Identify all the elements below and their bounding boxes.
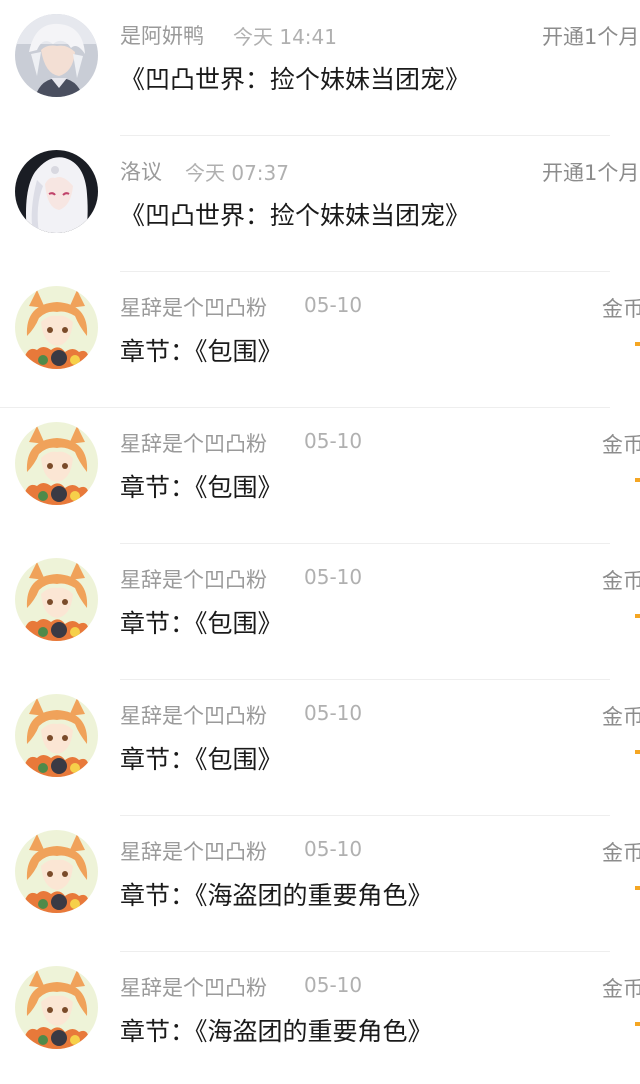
username[interactable]: 是阿妍鸭 xyxy=(120,20,204,50)
message-content[interactable]: 章节：《包围》 xyxy=(120,604,283,640)
orange-fox-girl-avatar[interactable] xyxy=(15,286,98,369)
orange-fox-girl-avatar[interactable] xyxy=(15,422,98,505)
reward-indicator xyxy=(635,342,640,346)
list-item[interactable]: 星辞是个凹凸粉 05-10 金币 章节：《海盗团的重要角色》 xyxy=(0,952,640,1084)
list-item[interactable]: 星辞是个凹凸粉 05-10 金币 章节：《包围》 xyxy=(0,544,640,680)
coin-label: 金币 xyxy=(602,297,640,321)
list-item[interactable]: 星辞是个凹凸粉 05-10 金币 章节：《海盗团的重要角色》 xyxy=(0,816,640,952)
username[interactable]: 星辞是个凹凸粉 xyxy=(120,836,267,866)
list-item[interactable]: 洛议 今天 07:37 开通1个月 《凹凸世界：捡个妹妹当团宠》 xyxy=(0,136,640,272)
timestamp: 05-10 xyxy=(304,701,363,725)
coin-label: 金币 xyxy=(602,433,640,457)
orange-fox-girl-avatar[interactable] xyxy=(15,966,98,1049)
timestamp: 今天 07:37 xyxy=(185,161,289,185)
username[interactable]: 星辞是个凹凸粉 xyxy=(120,292,267,322)
username[interactable]: 星辞是个凹凸粉 xyxy=(120,700,267,730)
list-item[interactable]: 星辞是个凹凸粉 05-10 金币 章节：《包围》 xyxy=(0,272,640,408)
coin-label: 金币 xyxy=(602,977,640,1001)
message-content[interactable]: 章节：《包围》 xyxy=(120,468,283,504)
message-content[interactable]: 《凹凸世界：捡个妹妹当团宠》 xyxy=(120,60,470,96)
username[interactable]: 星辞是个凹凸粉 xyxy=(120,564,267,594)
reward-indicator xyxy=(635,886,640,890)
username[interactable]: 洛议 xyxy=(120,156,162,186)
orange-fox-girl-avatar[interactable] xyxy=(15,830,98,913)
orange-fox-girl-avatar[interactable] xyxy=(15,694,98,777)
timestamp: 05-10 xyxy=(304,973,363,997)
white-haired-boy-avatar[interactable] xyxy=(15,14,98,97)
message-content[interactable]: 章节：《海盗团的重要角色》 xyxy=(120,1012,433,1048)
coin-label: 金币 xyxy=(602,705,640,729)
gift-label: 开通1个月 xyxy=(542,161,640,185)
white-haired-girl-avatar[interactable] xyxy=(15,150,98,233)
message-list: 是阿妍鸭 今天 14:41 开通1个月 《凹凸世界：捡个妹妹当团宠》 洛议 今天… xyxy=(0,0,640,1084)
coin-label: 金币 xyxy=(602,841,640,865)
timestamp: 05-10 xyxy=(304,837,363,861)
list-item[interactable]: 星辞是个凹凸粉 05-10 金币 章节：《包围》 xyxy=(0,408,640,544)
timestamp: 05-10 xyxy=(304,293,363,317)
coin-label: 金币 xyxy=(602,569,640,593)
timestamp: 05-10 xyxy=(304,565,363,589)
message-content[interactable]: 章节：《包围》 xyxy=(120,332,283,368)
timestamp: 今天 14:41 xyxy=(233,25,337,49)
username[interactable]: 星辞是个凹凸粉 xyxy=(120,428,267,458)
reward-indicator xyxy=(635,750,640,754)
message-content[interactable]: 《凹凸世界：捡个妹妹当团宠》 xyxy=(120,196,470,232)
reward-indicator xyxy=(635,478,640,482)
timestamp: 05-10 xyxy=(304,429,363,453)
reward-indicator xyxy=(635,614,640,618)
message-content[interactable]: 章节：《海盗团的重要角色》 xyxy=(120,876,433,912)
list-item[interactable]: 星辞是个凹凸粉 05-10 金币 章节：《包围》 xyxy=(0,680,640,816)
reward-indicator xyxy=(635,1022,640,1026)
message-content[interactable]: 章节：《包围》 xyxy=(120,740,283,776)
list-item[interactable]: 是阿妍鸭 今天 14:41 开通1个月 《凹凸世界：捡个妹妹当团宠》 xyxy=(0,0,640,136)
orange-fox-girl-avatar[interactable] xyxy=(15,558,98,641)
username[interactable]: 星辞是个凹凸粉 xyxy=(120,972,267,1002)
gift-label: 开通1个月 xyxy=(542,25,640,49)
